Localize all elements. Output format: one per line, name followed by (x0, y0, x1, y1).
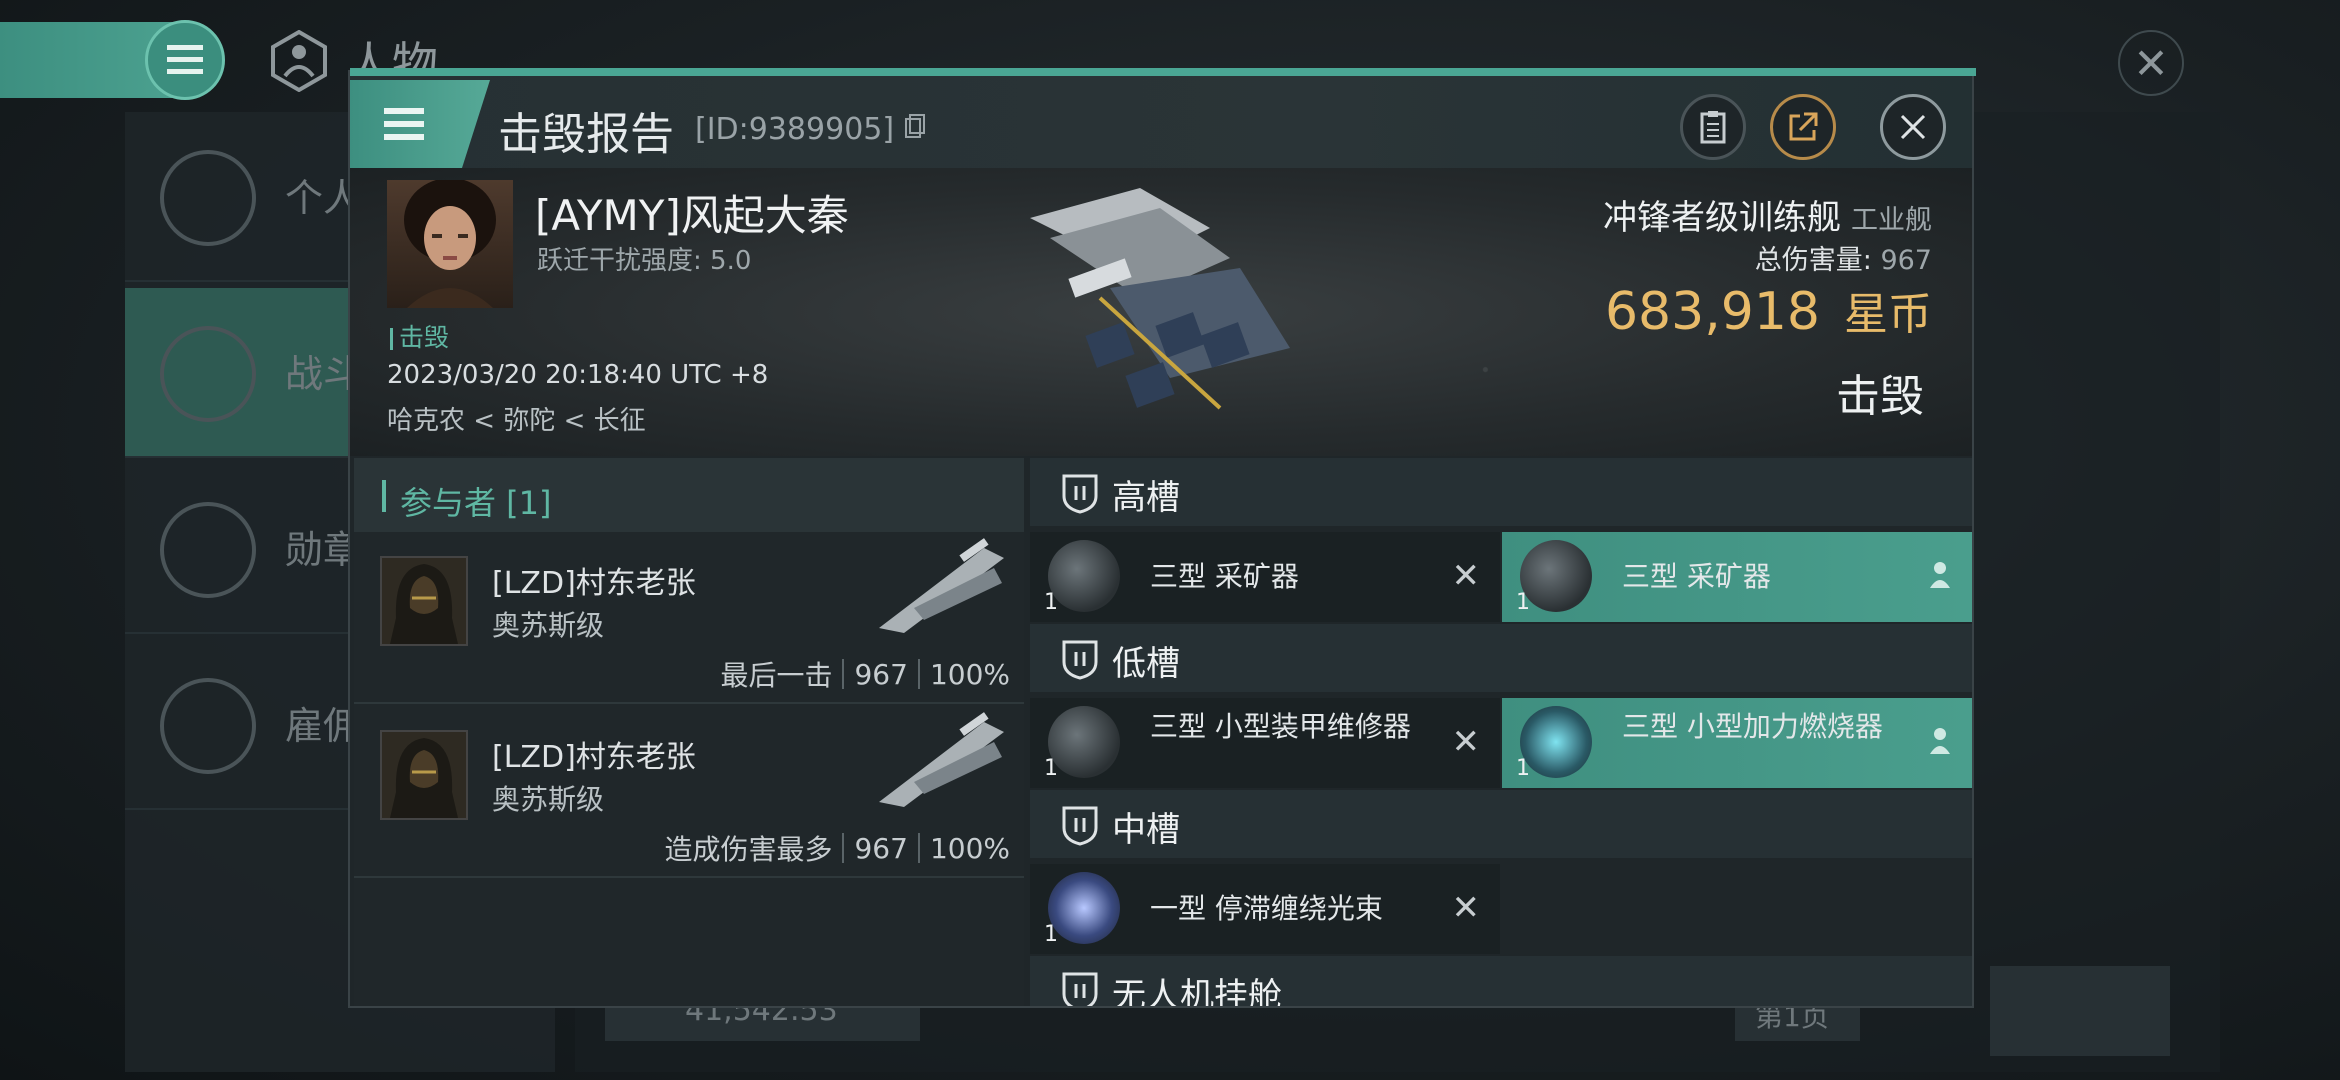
participants-panel: 参与者 [1] [LZD]村东老张 奥苏斯级 最后一击 967 100% [LZ… (354, 458, 1024, 1006)
loss-value: 683,918 星币 (1604, 282, 1932, 342)
module-item[interactable]: 1 三型 小型加力燃烧器 (1502, 698, 1972, 788)
stasis-webifier-icon (1048, 872, 1120, 944)
shield-icon (1062, 640, 1098, 680)
victim-banner: [AYMY]风起大秦 跃迁干扰强度: 5.0 击毁 2023/03/20 20:… (350, 168, 1972, 456)
star-icon (160, 502, 256, 598)
close-button[interactable] (1880, 94, 1946, 160)
person-icon (1930, 562, 1950, 588)
background-menu-icon[interactable] (145, 20, 225, 100)
victim-ship-image[interactable] (990, 178, 1330, 438)
mid-slot-header: 中槽 (1030, 790, 1972, 858)
dialog-accent-line (350, 68, 1976, 76)
share-button[interactable] (1770, 94, 1836, 160)
warp-disruption: 跃迁干扰强度: 5.0 (537, 246, 752, 276)
separator (917, 659, 920, 689)
separator (842, 833, 845, 863)
mining-laser-icon (1048, 540, 1120, 612)
character-icon (271, 30, 327, 92)
shield-icon (1062, 806, 1098, 846)
header-accent-bar (382, 480, 386, 512)
module-item[interactable]: 1 三型 小型装甲维修器 ✕ (1030, 698, 1500, 788)
shield-icon (1062, 972, 1098, 1006)
module-item[interactable]: 1 一型 停滞缠绕光束 ✕ (1030, 864, 1500, 954)
afterburner-icon (1520, 706, 1592, 778)
drone-bay-header: 无人机挂舱 (1030, 956, 1972, 1006)
victim-name[interactable]: [AYMY]风起大秦 (535, 182, 849, 243)
fittings-panel[interactable]: 高槽 1 三型 采矿器 ✕ 1 三型 采矿器 低槽 1 三型 小型装甲维修器 ✕… (1030, 458, 1972, 1006)
separator (917, 833, 920, 863)
participant-ship-image (879, 538, 1004, 633)
dialog-menu-button[interactable] (350, 80, 490, 168)
report-id[interactable]: [ID:9389905] (695, 112, 926, 147)
list-icon (160, 150, 256, 246)
participants-header: 参与者 [1] (354, 458, 1024, 532)
participant-avatar (380, 730, 468, 820)
participant-row[interactable]: [LZD]村东老张 奥苏斯级 造成伤害最多 967 100% (354, 706, 1024, 878)
kill-status: 击毁 (1836, 371, 1924, 422)
mining-laser-icon (1520, 540, 1592, 612)
shield-icon (1062, 474, 1098, 514)
clipboard-button[interactable] (1680, 94, 1746, 160)
participant-avatar (380, 556, 468, 646)
copy-icon[interactable] (904, 113, 926, 139)
module-item[interactable]: 1 三型 采矿器 ✕ (1030, 532, 1500, 622)
destroyed-x-icon: ✕ (1451, 888, 1481, 928)
dialog-title: 击毁报告 (498, 109, 674, 160)
high-slot-header: 高槽 (1030, 458, 1972, 526)
tag-bar (390, 328, 393, 350)
kill-tag: 击毁 (390, 318, 449, 354)
filter-button[interactable] (1990, 966, 2170, 1056)
kill-location: 哈克农 < 弥陀 < 长征 (387, 406, 646, 436)
dialog-header: 击毁报告 [ID:9389905] (350, 76, 1972, 168)
menu-icon (384, 108, 424, 140)
armor-repairer-icon (1048, 706, 1120, 778)
close-icon (1900, 114, 1926, 140)
background-close-button[interactable]: ✕ (2118, 30, 2184, 96)
victim-ship-name[interactable]: 冲锋者级训练舰 工业舰 (1603, 190, 1932, 239)
total-damage: 总伤害量: 967 (1754, 245, 1932, 276)
participant-row[interactable]: [LZD]村东老张 奥苏斯级 最后一击 967 100% (354, 532, 1024, 704)
person-icon (1930, 728, 1950, 754)
clipboard-icon (1700, 111, 1726, 144)
kill-report-dialog: 击毁报告 [ID:9389905] [AYMY]风起大秦 跃迁干扰强度: 5.0… (348, 68, 1976, 1008)
destroyed-x-icon: ✕ (1451, 556, 1481, 596)
star-badge-icon (160, 678, 256, 774)
victim-avatar[interactable] (387, 180, 513, 308)
separator (842, 659, 845, 689)
share-icon (1789, 112, 1818, 141)
participant-ship-image (879, 712, 1004, 807)
module-item[interactable]: 1 三型 采矿器 (1502, 532, 1972, 622)
kill-time: 2023/03/20 20:18:40 UTC +8 (387, 360, 769, 390)
participant-stats: 造成伤害最多 967 100% (664, 831, 1010, 867)
low-slot-header: 低槽 (1030, 624, 1972, 692)
participant-stats: 最后一击 967 100% (720, 657, 1010, 693)
destroyed-x-icon: ✕ (1451, 722, 1481, 762)
crossed-swords-icon (160, 326, 256, 422)
